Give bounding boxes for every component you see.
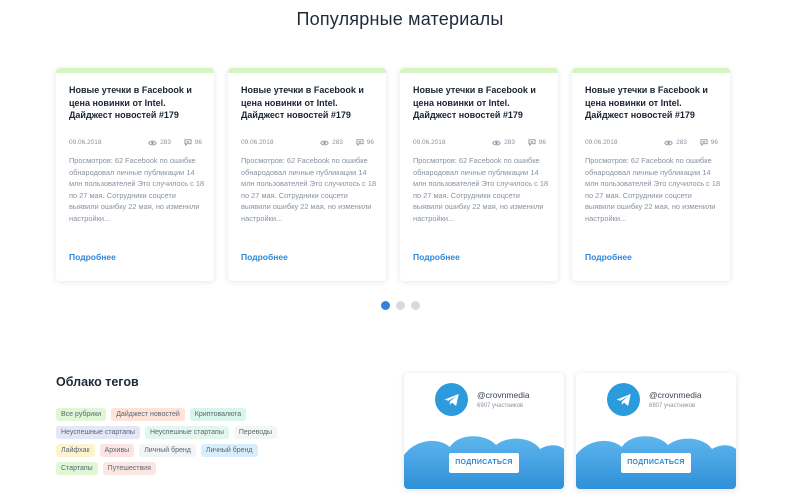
tag-link[interactable]: Криптовалюта	[189, 408, 247, 421]
comments-count: 96	[538, 139, 546, 146]
telegram-widget: @crovnmedia 6907 участников ПОДПИСАТЬСЯ	[576, 373, 736, 489]
popular-cards: Новые утечки в Facebook и цена новинки о…	[56, 68, 746, 281]
eye-icon	[148, 140, 157, 145]
views-counter: 283	[320, 139, 343, 146]
tag-link[interactable]: Неуспешные стартапы	[144, 426, 229, 439]
card-title[interactable]: Новые утечки в Facebook и цена новинки о…	[241, 84, 377, 122]
views-count: 283	[332, 139, 343, 146]
tag-link[interactable]: Личный бренд	[200, 444, 258, 457]
telegram-icon	[435, 383, 468, 416]
telegram-members: 6907 участников	[649, 403, 696, 409]
comment-icon	[184, 139, 192, 146]
tag-row: Лайфхак Архивы Личный бренд Личный бренд	[56, 444, 326, 457]
tag-cloud-title: Облако тегов	[56, 375, 139, 389]
card-excerpt: Просмотров: 62 Facebook по ошибке обнаро…	[69, 156, 205, 223]
article-card[interactable]: Новые утечки в Facebook и цена новинки о…	[56, 68, 214, 281]
telegram-handle: @crovnmedia	[649, 390, 702, 400]
card-topbar	[56, 68, 214, 73]
comments-count: 96	[366, 139, 374, 146]
card-meta: 09.06.2018 283 96	[585, 139, 718, 149]
article-card[interactable]: Новые утечки в Facebook и цена новинки о…	[572, 68, 730, 281]
card-date: 09.06.2018	[585, 139, 618, 146]
views-counter: 283	[664, 139, 687, 146]
subscribe-button[interactable]: ПОДПИСАТЬСЯ	[449, 453, 519, 473]
eye-icon	[320, 140, 329, 145]
tag-row: Стартапы Путешествия	[56, 462, 326, 475]
card-title[interactable]: Новые утечки в Facebook и цена новинки о…	[585, 84, 721, 122]
views-count: 283	[504, 139, 515, 146]
views-count: 283	[160, 139, 171, 146]
telegram-members: 6907 участников	[477, 403, 524, 409]
views-counter: 283	[492, 139, 515, 146]
card-meta: 09.06.2018 283 96	[413, 139, 546, 149]
slider-dot-active[interactable]	[381, 301, 390, 310]
views-counter: 283	[148, 139, 171, 146]
read-more-link[interactable]: Подробнее	[69, 252, 116, 262]
tag-link[interactable]: Стартапы	[56, 462, 98, 475]
views-count: 283	[676, 139, 687, 146]
card-topbar	[572, 68, 730, 73]
article-card[interactable]: Новые утечки в Facebook и цена новинки о…	[228, 68, 386, 281]
telegram-handle: @crovnmedia	[477, 390, 530, 400]
eye-icon	[492, 140, 501, 145]
card-excerpt: Просмотров: 62 Facebook по ошибке обнаро…	[241, 156, 377, 223]
card-date: 09.06.2018	[69, 139, 102, 146]
comment-icon	[528, 139, 536, 146]
card-excerpt: Просмотров: 62 Facebook по ошибке обнаро…	[413, 156, 549, 223]
read-more-link[interactable]: Подробнее	[585, 252, 632, 262]
comments-counter: 96	[700, 139, 718, 146]
comments-counter: 96	[184, 139, 202, 146]
card-meta: 09.06.2018 283 96	[69, 139, 202, 149]
card-meta: 09.06.2018 283 96	[241, 139, 374, 149]
card-title[interactable]: Новые утечки в Facebook и цена новинки о…	[413, 84, 549, 122]
telegram-icon	[607, 383, 640, 416]
slider-dot[interactable]	[396, 301, 405, 310]
card-topbar	[400, 68, 558, 73]
eye-icon	[664, 140, 673, 145]
tag-link[interactable]: Путешествия	[102, 462, 156, 475]
tag-link[interactable]: Дайджест новостей	[111, 408, 185, 421]
tag-link[interactable]: Переводы	[233, 426, 278, 439]
slider-dot[interactable]	[411, 301, 420, 310]
card-excerpt: Просмотров: 62 Facebook по ошибке обнаро…	[585, 156, 721, 223]
card-date: 09.06.2018	[413, 139, 446, 146]
tag-link[interactable]: Лайфхак	[56, 444, 95, 457]
slider-pagination	[381, 301, 420, 310]
tag-link[interactable]: Все рубрики	[56, 408, 107, 421]
comment-icon	[356, 139, 364, 146]
card-topbar	[228, 68, 386, 73]
comments-count: 96	[710, 139, 718, 146]
tag-link[interactable]: Неуспешные стартапы	[56, 426, 140, 439]
article-card[interactable]: Новые утечки в Facebook и цена новинки о…	[400, 68, 558, 281]
read-more-link[interactable]: Подробнее	[413, 252, 460, 262]
tag-link[interactable]: Личный бренд	[139, 444, 196, 457]
tag-row: Все рубрики Дайджест новостей Криптовалюта	[56, 408, 326, 421]
comments-counter: 96	[528, 139, 546, 146]
card-title[interactable]: Новые утечки в Facebook и цена новинки о…	[69, 84, 205, 122]
telegram-widget: @crovnmedia 6907 участников ПОДПИСАТЬСЯ	[404, 373, 564, 489]
section-title: Популярные материалы	[296, 9, 504, 29]
comments-count: 96	[194, 139, 202, 146]
tag-row: Неуспешные стартапы Неуспешные стартапы Пе…	[56, 426, 326, 439]
tag-cloud: Все рубрики Дайджест новостей Криптовалюта…	[56, 408, 326, 480]
comments-counter: 96	[356, 139, 374, 146]
read-more-link[interactable]: Подробнее	[241, 252, 288, 262]
subscribe-button[interactable]: ПОДПИСАТЬСЯ	[621, 453, 691, 473]
card-date: 09.06.2018	[241, 139, 274, 146]
comment-icon	[700, 139, 708, 146]
tag-link[interactable]: Архивы	[99, 444, 135, 457]
